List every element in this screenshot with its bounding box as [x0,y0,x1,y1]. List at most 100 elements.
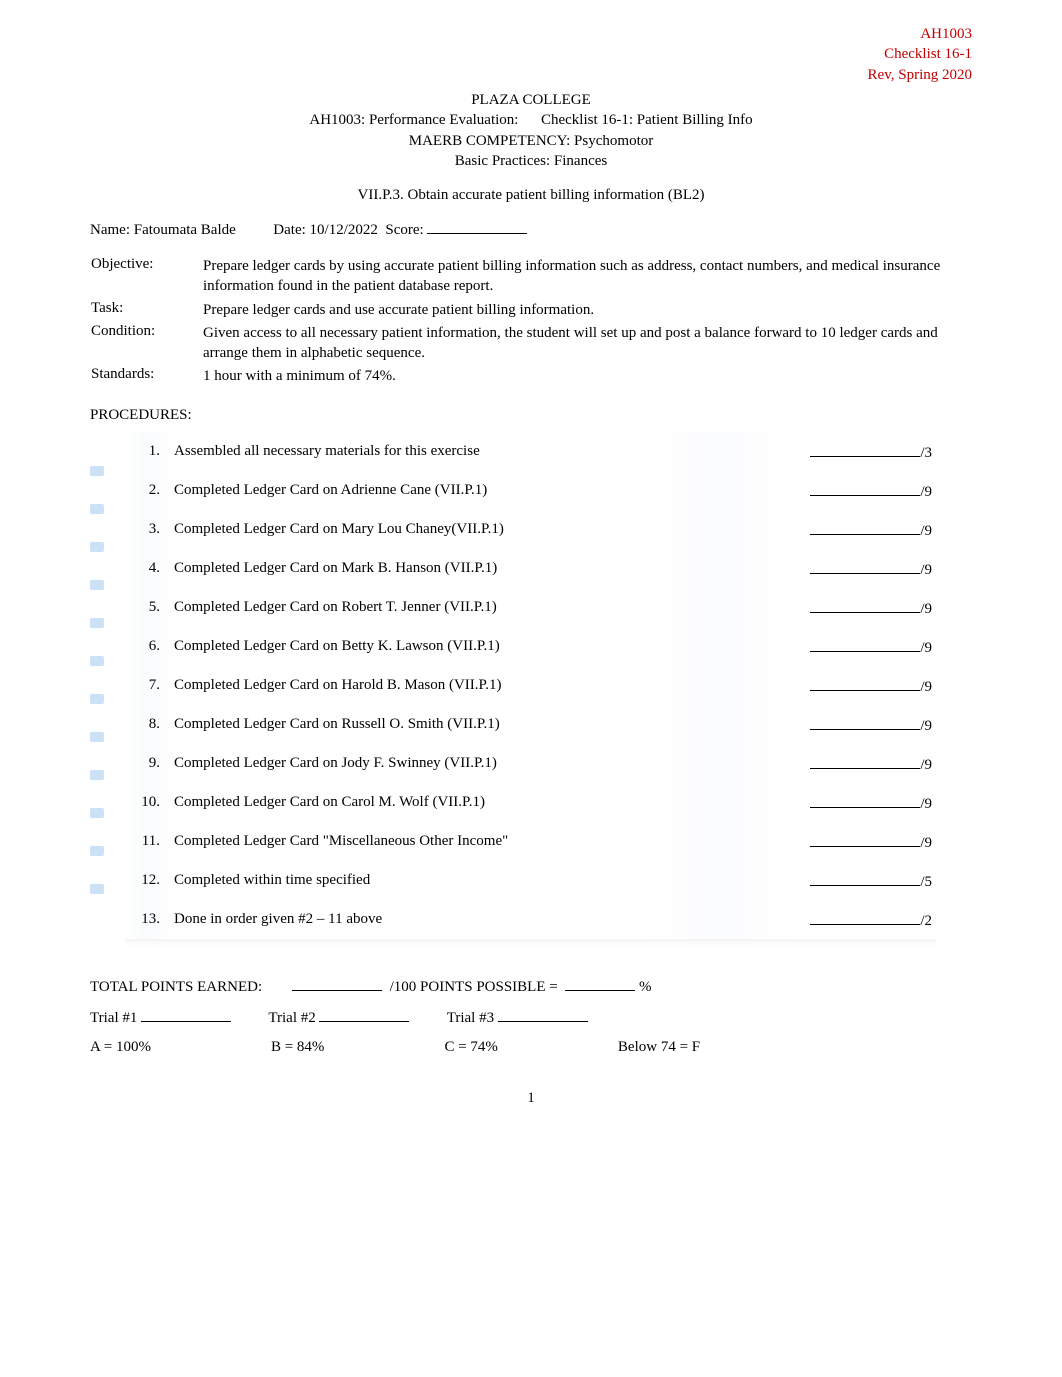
school-name: PLAZA COLLEGE [90,90,972,110]
procedure-number: 12. [126,872,174,889]
procedure-row: 9. Completed Ledger Card on Jody F. Swin… [126,744,972,783]
condition-label: Condition: [90,322,202,366]
trials-line: Trial #1 Trial #2 Trial #3 [90,1006,972,1027]
procedure-row: 3. Completed Ledger Card on Mary Lou Cha… [126,510,972,549]
left-tick-decoration [90,432,108,939]
procedure-row: 12. Completed within time specified /5 [126,861,972,900]
procedure-row: 1. Assembled all necessary materials for… [126,432,972,471]
trial1-blank[interactable] [141,1006,231,1022]
objective-text: Prepare ledger cards by using accurate p… [202,255,972,299]
procedure-text: Completed Ledger Card on Harold B. Mason… [174,677,762,694]
procedure-score[interactable]: /9 [762,753,972,774]
totals-possible-label: /100 POINTS POSSIBLE = [390,979,558,995]
procedure-score[interactable]: /9 [762,792,972,813]
procedure-score[interactable]: /9 [762,519,972,540]
procedure-text: Done in order given #2 – 11 above [174,911,762,928]
procedure-number: 8. [126,716,174,733]
procedure-score[interactable]: /9 [762,597,972,618]
procedure-row: 13. Done in order given #2 – 11 above /2 [126,900,972,939]
procedure-text: Assembled all necessary materials for th… [174,443,762,460]
totals-earned-blank[interactable] [292,975,382,991]
totals-percent-blank[interactable] [565,975,635,991]
condition-text: Given access to all necessary patient in… [202,322,972,366]
page-number: 1 [90,1090,972,1107]
procedure-text: Completed Ledger Card on Adrienne Cane (… [174,482,762,499]
procedure-text: Completed within time specified [174,872,762,889]
header-code: AH1003 [868,24,972,44]
procedure-number: 2. [126,482,174,499]
trial2-blank[interactable] [319,1006,409,1022]
course-line: AH1003: Performance Evaluation: Checklis… [90,110,972,130]
procedure-text: Completed Ledger Card on Carol M. Wolf (… [174,794,762,811]
procedure-max: /9 [920,679,932,695]
trial2-label: Trial #2 [268,1010,315,1026]
doc-header-right: AH1003 Checklist 16-1 Rev, Spring 2020 [868,24,972,85]
trial1-label: Trial #1 [90,1010,137,1026]
procedure-max: /9 [920,835,932,851]
procedure-score[interactable]: /9 [762,675,972,696]
procedure-row: 11. Completed Ledger Card "Miscellaneous… [126,822,972,861]
title-block: PLAZA COLLEGE AH1003: Performance Evalua… [90,90,972,171]
procedure-max: /9 [920,523,932,539]
basic-line: Basic Practices: Finances [90,151,972,171]
procedure-row: 10. Completed Ledger Card on Carol M. Wo… [126,783,972,822]
objective-label: Objective: [90,255,202,299]
name-date-line: Name: Fatoumata Balde Date: 10/12/2022 S… [90,218,972,239]
header-rev: Rev, Spring 2020 [868,65,972,85]
score-blank[interactable] [427,218,527,234]
objective-code: VII.P.3. Obtain accurate patient billing… [90,187,972,204]
totals-earned-line: TOTAL POINTS EARNED: /100 POINTS POSSIBL… [90,975,972,996]
procedure-score[interactable]: /2 [762,909,972,930]
procedure-score[interactable]: /5 [762,870,972,891]
maerb-line: MAERB COMPETENCY: Psychomotor [90,131,972,151]
procedure-row: 8. Completed Ledger Card on Russell O. S… [126,705,972,744]
procedure-score[interactable]: /9 [762,558,972,579]
procedure-score[interactable]: /9 [762,480,972,501]
procedure-score[interactable]: /3 [762,441,972,462]
score-label: Score: [385,222,423,238]
procedure-max: /2 [920,913,932,929]
procedure-text: Completed Ledger Card on Betty K. Lawson… [174,638,762,655]
procedure-max: /9 [920,718,932,734]
name-value: Fatoumata Balde [134,222,236,238]
procedure-text: Completed Ledger Card on Jody F. Swinney… [174,755,762,772]
procedure-number: 10. [126,794,174,811]
procedure-text: Completed Ledger Card on Robert T. Jenne… [174,599,762,616]
procedure-score[interactable]: /9 [762,831,972,852]
procedure-number: 13. [126,911,174,928]
procedures-heading: PROCEDURES: [90,407,972,424]
course-line-prefix: AH1003: Performance Evaluation: [309,112,518,128]
task-label: Task: [90,299,202,322]
procedure-number: 6. [126,638,174,655]
procedure-max: /9 [920,640,932,656]
procedure-max: /9 [920,484,932,500]
grade-b: B = 84% [271,1039,324,1056]
procedure-text: Completed Ledger Card "Miscellaneous Oth… [174,833,762,850]
procedure-row: 5. Completed Ledger Card on Robert T. Je… [126,588,972,627]
procedures-list: 1. Assembled all necessary materials for… [126,432,972,939]
procedure-number: 9. [126,755,174,772]
standards-label: Standards: [90,365,202,388]
definitions-table: Objective: Prepare ledger cards by using… [90,255,972,389]
procedure-row: 2. Completed Ledger Card on Adrienne Can… [126,471,972,510]
procedure-max: /3 [920,445,932,461]
procedure-row: 6. Completed Ledger Card on Betty K. Law… [126,627,972,666]
procedure-max: /9 [920,601,932,617]
date-value: 10/12/2022 [310,222,378,238]
totals-percent-label: % [639,979,652,995]
procedure-text: Completed Ledger Card on Russell O. Smit… [174,716,762,733]
procedure-text: Completed Ledger Card on Mark B. Hanson … [174,560,762,577]
procedure-row: 4. Completed Ledger Card on Mark B. Hans… [126,549,972,588]
procedure-score[interactable]: /9 [762,714,972,735]
task-text: Prepare ledger cards and use accurate pa… [202,299,972,322]
procedure-score[interactable]: /9 [762,636,972,657]
procedure-max: /9 [920,757,932,773]
procedure-number: 11. [126,833,174,850]
trial3-blank[interactable] [498,1006,588,1022]
totals-block: TOTAL POINTS EARNED: /100 POINTS POSSIBL… [90,975,972,1056]
procedure-max: /9 [920,562,932,578]
header-checklist: Checklist 16-1 [868,44,972,64]
procedure-max: /9 [920,796,932,812]
grade-a: A = 100% [90,1039,151,1056]
name-label: Name: [90,222,130,238]
